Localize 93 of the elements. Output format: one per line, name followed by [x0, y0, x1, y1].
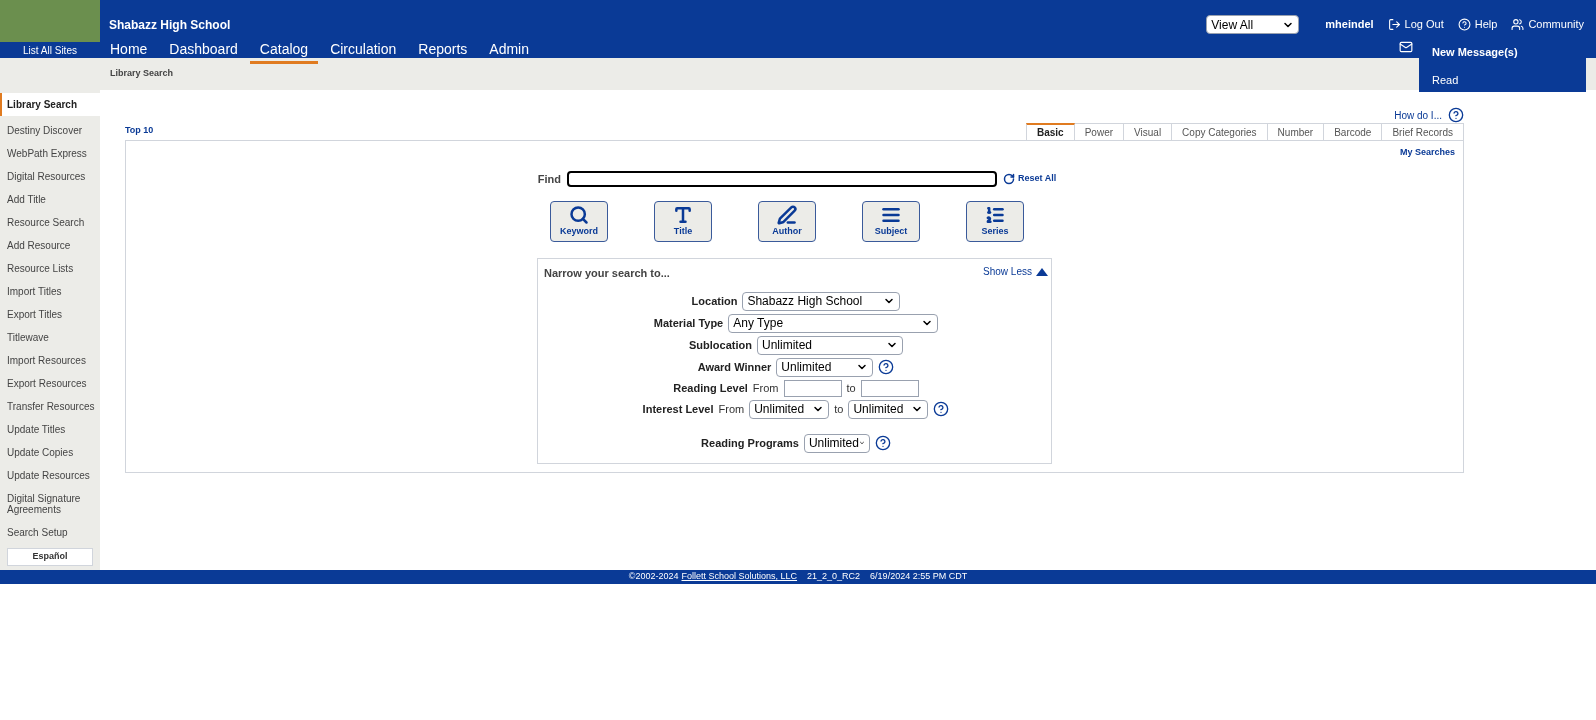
- nav-tab[interactable]: Reports: [417, 39, 469, 64]
- find-label: Find: [537, 171, 561, 187]
- nav-tab[interactable]: Home: [109, 39, 149, 64]
- sidebar-item[interactable]: Titlewave: [0, 326, 100, 349]
- sidebar-item[interactable]: Digital Signature Agreements: [0, 487, 100, 521]
- author-icon: [777, 204, 797, 225]
- title-icon: [673, 204, 693, 225]
- school-name: Shabazz High School: [109, 17, 232, 34]
- community-icon: [1511, 18, 1525, 31]
- show-less-link[interactable]: Show Less: [983, 262, 1048, 282]
- sidebar-item[interactable]: Import Resources: [0, 349, 100, 372]
- to-select[interactable]: Unlimited: [848, 399, 929, 419]
- search-type-button[interactable]: Keyword: [550, 201, 608, 242]
- search-tab[interactable]: Copy Categories: [1172, 123, 1268, 140]
- sidebar-item[interactable]: Add Resource: [0, 234, 100, 257]
- series-icon: [985, 204, 1005, 225]
- filter-label: Award Winner: [697, 359, 772, 375]
- to-input[interactable]: [860, 379, 919, 397]
- search-tab[interactable]: Brief Records: [1382, 123, 1464, 140]
- search-type-button[interactable]: Author: [758, 201, 816, 242]
- mail-icon[interactable]: [1399, 40, 1413, 54]
- filter-label: Reading Level: [673, 380, 748, 396]
- filter-label: Reading Programs: [701, 435, 799, 451]
- search-tab[interactable]: Power: [1074, 123, 1125, 140]
- view-select[interactable]: View All: [1206, 15, 1300, 34]
- from-input[interactable]: [783, 379, 842, 397]
- sidebar-item[interactable]: Resource Search: [0, 211, 100, 234]
- triangle-icon: [1036, 267, 1048, 276]
- reset-icon: [1003, 172, 1015, 185]
- sidebar-item[interactable]: Destiny Discover: [0, 119, 100, 142]
- search-type-button[interactable]: Series: [966, 201, 1024, 242]
- sidebar-item[interactable]: Library Search: [0, 93, 100, 116]
- search-tab[interactable]: Barcode: [1324, 123, 1383, 140]
- nav-tab[interactable]: Circulation: [329, 39, 398, 64]
- username: mheindel: [1325, 17, 1374, 33]
- sidebar-item[interactable]: Update Titles: [0, 418, 100, 441]
- menu-item[interactable]: Read: [1432, 71, 1573, 88]
- help-link[interactable]: Help: [1457, 16, 1498, 33]
- filter-select[interactable]: Any Type: [728, 313, 939, 333]
- help-icon[interactable]: [878, 359, 895, 375]
- keyword-icon: [569, 204, 589, 225]
- breadcrumb: Library Search: [110, 67, 174, 81]
- timestamp: 6/19/2024 2:55 PM CDT: [870, 570, 968, 584]
- search-type-button[interactable]: Subject: [862, 201, 920, 242]
- how-do-i-link[interactable]: How do I...: [1394, 107, 1442, 123]
- from-label: From: [752, 380, 779, 396]
- menu-item[interactable]: New Message(s): [1432, 44, 1573, 61]
- search-tab[interactable]: Basic: [1026, 123, 1075, 140]
- search-type-button[interactable]: Title: [654, 201, 712, 242]
- company-link[interactable]: Follett School Solutions, LLC: [681, 570, 798, 584]
- nav-tab[interactable]: Admin: [488, 39, 530, 64]
- list-sites-link[interactable]: List All Sites: [23, 43, 77, 58]
- filter-label: Interest Level: [642, 401, 714, 417]
- sidebar-item[interactable]: Import Titles: [0, 280, 100, 303]
- copyright: ©2002-2024: [628, 570, 679, 584]
- to-label: to: [846, 380, 856, 396]
- sidebar-item[interactable]: Add Title: [0, 188, 100, 211]
- sidebar-item[interactable]: Update Copies: [0, 441, 100, 464]
- filter-label: Location: [691, 293, 738, 309]
- sidebar-item[interactable]: Export Titles: [0, 303, 100, 326]
- logout-icon: [1387, 18, 1401, 31]
- find-input[interactable]: [567, 170, 997, 187]
- help-icon: [1457, 18, 1471, 31]
- sidebar-item[interactable]: Resource Lists: [0, 257, 100, 280]
- from-select[interactable]: Unlimited: [749, 399, 830, 419]
- community-link[interactable]: Community: [1511, 16, 1584, 33]
- filter-select[interactable]: Shabazz High School: [742, 291, 901, 311]
- filter-label: Material Type: [653, 315, 724, 331]
- my-searches-link[interactable]: My Searches: [1399, 146, 1455, 160]
- logout-link[interactable]: Log Out: [1387, 16, 1444, 33]
- reset-all-link[interactable]: Reset All: [1003, 172, 1057, 186]
- sidebar-item[interactable]: Search Setup: [0, 521, 100, 544]
- sidebar-item[interactable]: Digital Resources: [0, 165, 100, 188]
- top-10-link[interactable]: Top 10: [125, 123, 154, 137]
- nav-tab[interactable]: Dashboard: [168, 39, 239, 64]
- help-icon[interactable]: [874, 435, 891, 451]
- language-button[interactable]: Español: [7, 548, 93, 566]
- filter-select[interactable]: Unlimited: [803, 433, 870, 453]
- version: 21_2_0_RC2: [807, 570, 861, 584]
- search-tab[interactable]: Visual: [1124, 123, 1173, 140]
- filter-select[interactable]: Unlimited: [756, 335, 903, 355]
- sidebar-item[interactable]: Export Resources: [0, 372, 100, 395]
- narrow-title: Narrow your search to...: [544, 266, 670, 281]
- search-tab[interactable]: Number: [1267, 123, 1325, 140]
- filter-select[interactable]: Unlimited: [776, 357, 874, 377]
- help-icon[interactable]: [933, 401, 950, 417]
- sidebar-item[interactable]: Transfer Resources: [0, 395, 100, 418]
- from-label: From: [718, 401, 745, 417]
- help-icon[interactable]: [1448, 107, 1464, 123]
- sidebar-item[interactable]: WebPath Express: [0, 142, 100, 165]
- to-label: to: [834, 401, 844, 417]
- filter-label: Sublocation: [689, 337, 752, 353]
- sidebar-item[interactable]: Update Resources: [0, 464, 100, 487]
